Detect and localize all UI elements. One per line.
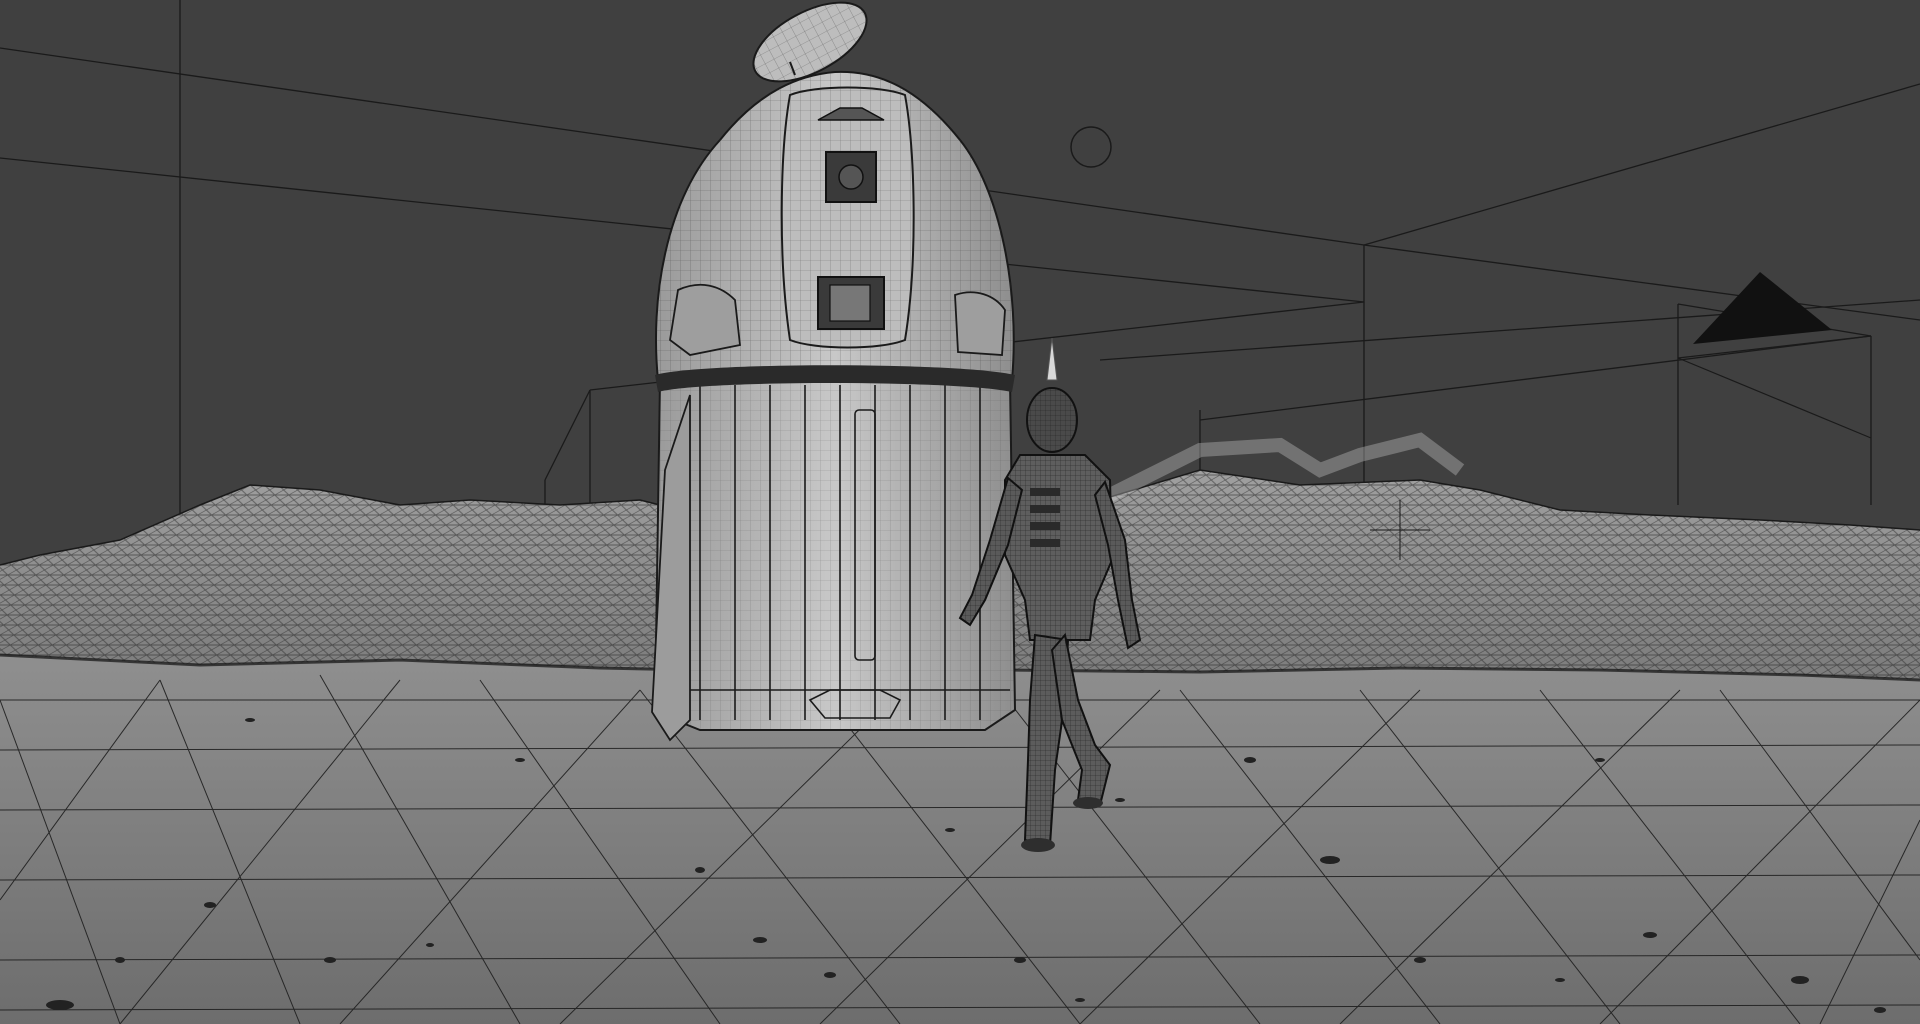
space-capsule[interactable] <box>651 70 1017 742</box>
3d-viewport[interactable] <box>0 0 1920 1024</box>
